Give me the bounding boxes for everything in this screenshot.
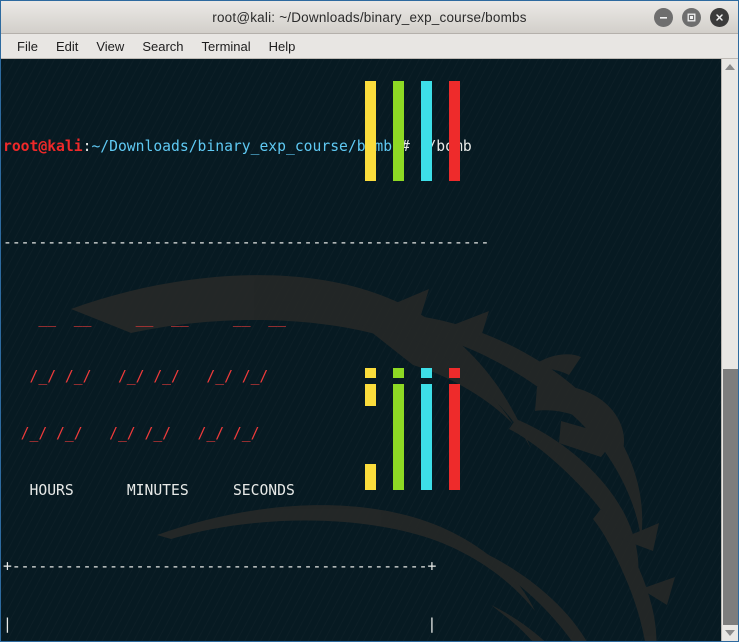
- wire-red-top[interactable]: [449, 81, 460, 181]
- wire-yellow-footer[interactable]: [365, 368, 376, 378]
- scrollbar[interactable]: [721, 59, 738, 641]
- menu-item-edit[interactable]: Edit: [48, 37, 86, 56]
- wire-green-top[interactable]: [393, 81, 404, 181]
- label-hours: HOURS: [29, 482, 74, 500]
- menu-item-file[interactable]: File: [9, 37, 46, 56]
- bomb1-timer-labels: HOURS MINUTES SECONDS: [3, 481, 721, 500]
- menu-item-terminal[interactable]: Terminal: [194, 37, 259, 56]
- menu-item-view[interactable]: View: [88, 37, 132, 56]
- maximize-icon[interactable]: [682, 8, 701, 27]
- wire-yellow-cut-upper[interactable]: [365, 384, 376, 406]
- window-controls: [654, 1, 729, 34]
- wire-green-lower[interactable]: [393, 384, 404, 490]
- scroll-up-icon[interactable]: [722, 59, 738, 75]
- menu-item-help[interactable]: Help: [261, 37, 304, 56]
- wire-red-footer[interactable]: [449, 368, 460, 378]
- bomb1-box-top: +---------------------------------------…: [3, 558, 437, 576]
- wire-cyan-footer[interactable]: [421, 368, 432, 378]
- bomb1-box-blank1: | |: [3, 615, 437, 633]
- window-title: root@kali: ~/Downloads/binary_exp_course…: [212, 9, 527, 25]
- wire-yellow-top[interactable]: [365, 81, 376, 181]
- bomb1-digits-row1: __ __ __ __ __ __: [3, 310, 286, 328]
- bomb1-digits-row3: /_/ /_/ /_/ /_/ /_/ /_/: [3, 424, 260, 442]
- menu-item-search[interactable]: Search: [134, 37, 191, 56]
- wire-cyan-top[interactable]: [421, 81, 432, 181]
- label-seconds: SECONDS: [232, 482, 295, 500]
- terminal-area: root@kali:~/Downloads/binary_exp_course/…: [1, 59, 738, 641]
- scroll-thumb[interactable]: [723, 369, 738, 625]
- terminal-window: root@kali: ~/Downloads/binary_exp_course…: [0, 0, 739, 642]
- close-icon[interactable]: [710, 8, 729, 27]
- wire-green-footer[interactable]: [393, 368, 404, 378]
- prompt-user-host: root@kali: [3, 138, 83, 156]
- title-bar: root@kali: ~/Downloads/binary_exp_course…: [1, 1, 738, 34]
- screen-buffer: root@kali:~/Downloads/binary_exp_course/…: [1, 59, 721, 641]
- wire-cyan-lower[interactable]: [421, 384, 432, 490]
- prompt-path: ~/Downloads/binary_exp_course/bombs: [91, 138, 401, 156]
- wire-yellow-cut-lower[interactable]: [365, 464, 376, 490]
- bomb1-digits-row2: /_/ /_/ /_/ /_/ /_/ /_/: [3, 367, 269, 385]
- shell-prompt-line: root@kali:~/Downloads/binary_exp_course/…: [3, 137, 721, 156]
- prompt-command: ./bomb: [409, 138, 472, 156]
- menu-bar: File Edit View Search Terminal Help: [1, 34, 738, 59]
- wire-red-lower[interactable]: [449, 384, 460, 490]
- bomb1-top-border: ----------------------------------------…: [3, 233, 490, 251]
- scroll-down-icon[interactable]: [722, 625, 738, 641]
- terminal-output[interactable]: root@kali:~/Downloads/binary_exp_course/…: [1, 59, 721, 641]
- label-minutes: MINUTES: [126, 482, 189, 500]
- minimize-icon[interactable]: [654, 8, 673, 27]
